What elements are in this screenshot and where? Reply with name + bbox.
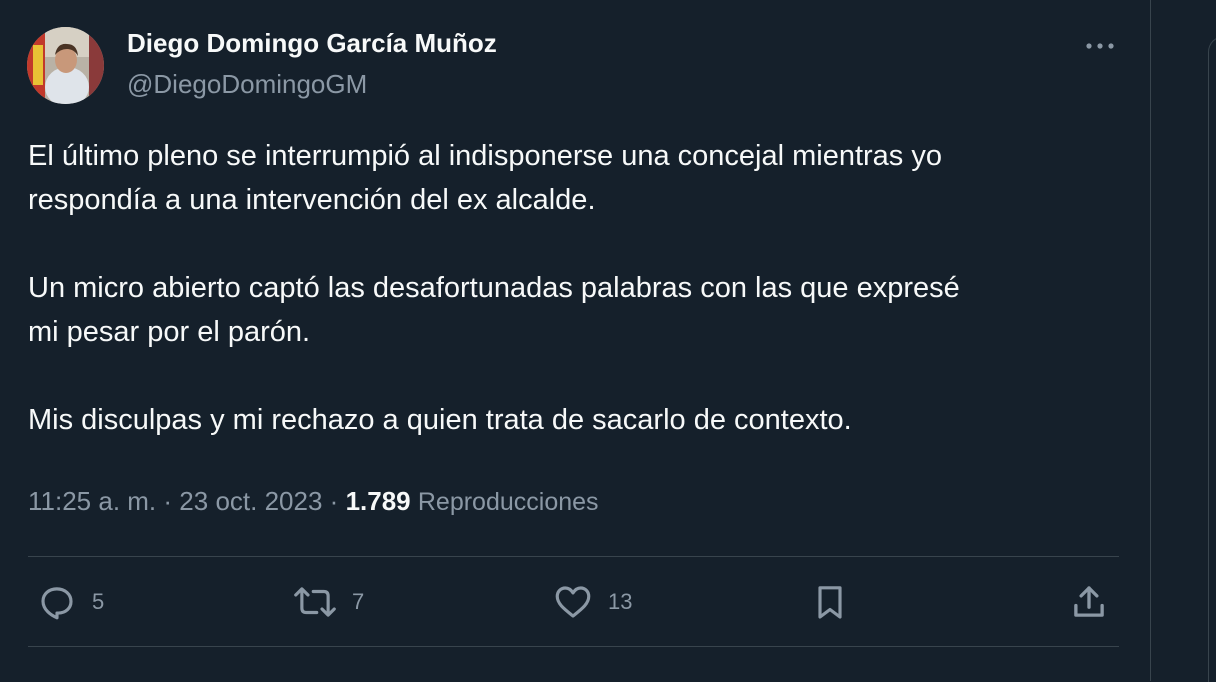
share-button[interactable] [1068,578,1110,626]
author-handle[interactable]: @DiegoDomingoGM [127,69,367,100]
tweet-line: respondía a una intervención del ex alca… [28,184,596,216]
views-count[interactable]: 1.789 [346,486,411,516]
reply-bubble-icon [36,581,78,623]
tweet-text: El último pleno se interrumpió al indisp… [28,134,1128,442]
tweet-date[interactable]: 23 oct. 2023 [179,486,322,516]
sidebar-panel-edge [1208,36,1216,682]
like-count: 13 [608,589,633,614]
bookmark-icon [810,581,850,623]
author-name[interactable]: Diego Domingo García Muñoz [127,28,497,59]
author-avatar[interactable] [27,27,104,104]
more-options-button[interactable] [1080,28,1120,64]
tweet-line: El último pleno se interrumpió al indisp… [28,140,942,172]
more-horizontal-icon [1085,42,1115,50]
bookmark-button[interactable] [810,578,850,626]
meta-separator: · [163,486,173,516]
tweet-time[interactable]: 11:25 a. m. [28,486,156,516]
views-label[interactable]: Reproducciones [418,488,599,516]
tweet-meta: 11:25 a. m. · 23 oct. 2023 · 1.789 Repro… [28,486,599,517]
column-divider [1150,0,1151,681]
reply-count: 5 [92,589,105,614]
retweet-count: 7 [352,589,365,614]
reply-button[interactable]: 5 [36,578,104,626]
tweet-line: Mis disculpas y mi rechazo a quien trata… [28,404,852,436]
like-button[interactable]: 13 [552,578,632,626]
divider [28,646,1119,647]
share-upload-icon [1068,581,1110,623]
tweet-line: mi pesar por el parón. [28,316,311,348]
divider [28,556,1119,557]
tweet-detail: Diego Domingo García Muñoz @DiegoDomingo… [0,0,1150,681]
retweet-icon [292,581,338,623]
meta-separator: · [329,486,339,516]
retweet-button[interactable]: 7 [292,578,364,626]
tweet-line: Un micro abierto captó las desafortunada… [28,272,960,304]
heart-icon [552,581,594,623]
